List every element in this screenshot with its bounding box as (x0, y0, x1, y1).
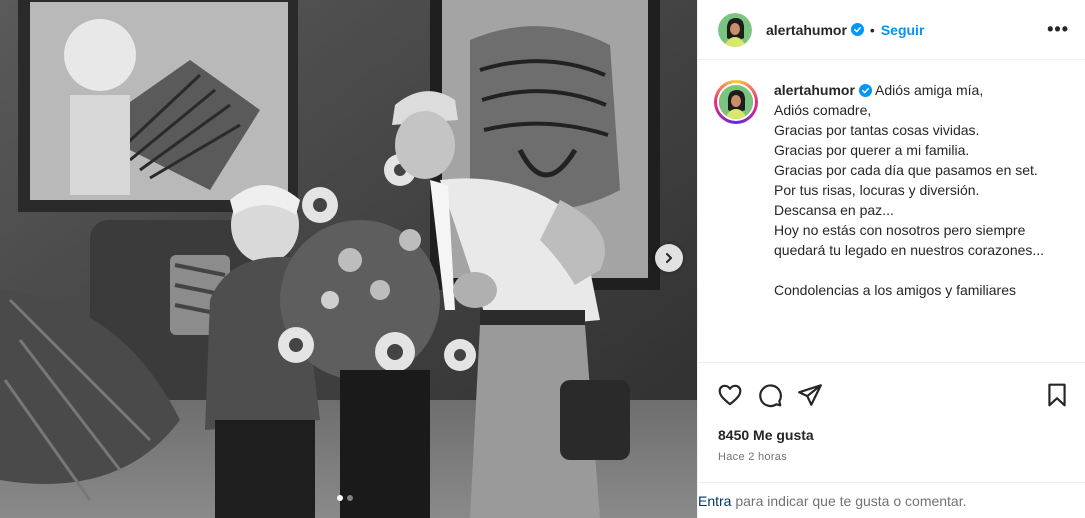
comment-icon (759, 384, 782, 408)
post-caption: alertahumor Adiós amiga mía, Adiós comad… (774, 80, 1064, 362)
carousel-indicator (337, 495, 353, 501)
chevron-right-icon (666, 253, 672, 263)
follow-button[interactable]: Seguir (881, 22, 925, 38)
paper-plane-icon (798, 384, 822, 406)
header-username[interactable]: alertahumor (766, 22, 847, 38)
caption-username[interactable]: alertahumor (774, 82, 855, 98)
like-button[interactable] (716, 381, 744, 409)
instagram-post: alertahumor • Seguir ••• alertahumor Adi… (0, 0, 1085, 518)
bookmark-icon (1048, 383, 1066, 407)
avatar-image (718, 12, 752, 47)
heart-icon (718, 384, 742, 406)
caption-verified-badge-icon (858, 84, 872, 97)
post-photo (0, 0, 697, 518)
carousel-next-button[interactable] (655, 244, 683, 272)
carousel-dot (347, 495, 353, 501)
avatar[interactable] (718, 12, 752, 47)
action-bar (698, 363, 1085, 427)
header-separator: • (869, 21, 875, 38)
comment-button[interactable] (756, 381, 784, 409)
login-prompt: Entra para indicar que te gusta o coment… (698, 482, 1085, 518)
caption-text: Adiós amiga mía, Adiós comadre, Gracias … (774, 82, 1045, 298)
carousel-dot-active (337, 495, 343, 501)
verified-badge-icon (850, 23, 864, 36)
comments-section[interactable]: alertahumor Adiós amiga mía, Adiós comad… (698, 60, 1085, 363)
share-button[interactable] (796, 381, 824, 409)
caption-avatar-image (719, 85, 753, 119)
caption-avatar[interactable] (714, 80, 758, 124)
save-button[interactable] (1043, 381, 1071, 409)
post-media[interactable] (0, 0, 697, 518)
post-side-panel: alertahumor • Seguir ••• alertahumor Adi… (697, 0, 1085, 518)
login-prompt-text: para indicar que te gusta o comentar. (731, 492, 967, 509)
post-time[interactable]: Hace 2 horas (698, 447, 1085, 467)
likes-count[interactable]: 8450 Me gusta (698, 427, 1085, 447)
login-link[interactable]: Entra (698, 493, 731, 509)
more-options-icon[interactable]: ••• (1047, 19, 1069, 40)
post-header: alertahumor • Seguir ••• (698, 0, 1085, 60)
